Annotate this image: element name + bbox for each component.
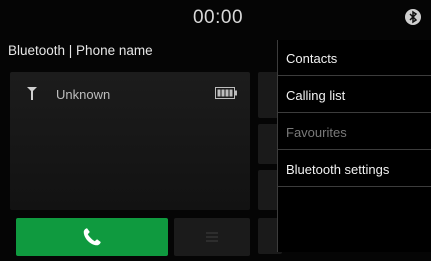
clock: 00:00 — [192, 7, 244, 28]
menu-item-favourites: Favourites — [278, 116, 431, 150]
options-menu: Contacts Calling list Favourites Bluetoo… — [277, 40, 431, 252]
signal-antenna-icon — [27, 87, 37, 100]
phone-screen: 00:00 Bluetooth | Phone name Unknown Con… — [0, 0, 431, 261]
menu-button[interactable] — [174, 218, 250, 256]
menu-item-contacts[interactable]: Contacts — [278, 42, 431, 76]
menu-item-calling-list[interactable]: Calling list — [278, 79, 431, 113]
page-title: Bluetooth | Phone name — [8, 43, 153, 58]
call-button[interactable] — [16, 218, 168, 256]
menu-item-bluetooth-settings[interactable]: Bluetooth settings — [278, 153, 431, 187]
phone-handset-icon — [83, 228, 101, 246]
bluetooth-icon — [405, 9, 421, 25]
battery-icon — [215, 87, 237, 99]
carrier-label: Unknown — [56, 87, 111, 102]
phone-info-panel: Unknown — [10, 72, 250, 210]
status-bar: 00:00 — [0, 0, 431, 34]
menu-lines-icon — [206, 232, 218, 242]
